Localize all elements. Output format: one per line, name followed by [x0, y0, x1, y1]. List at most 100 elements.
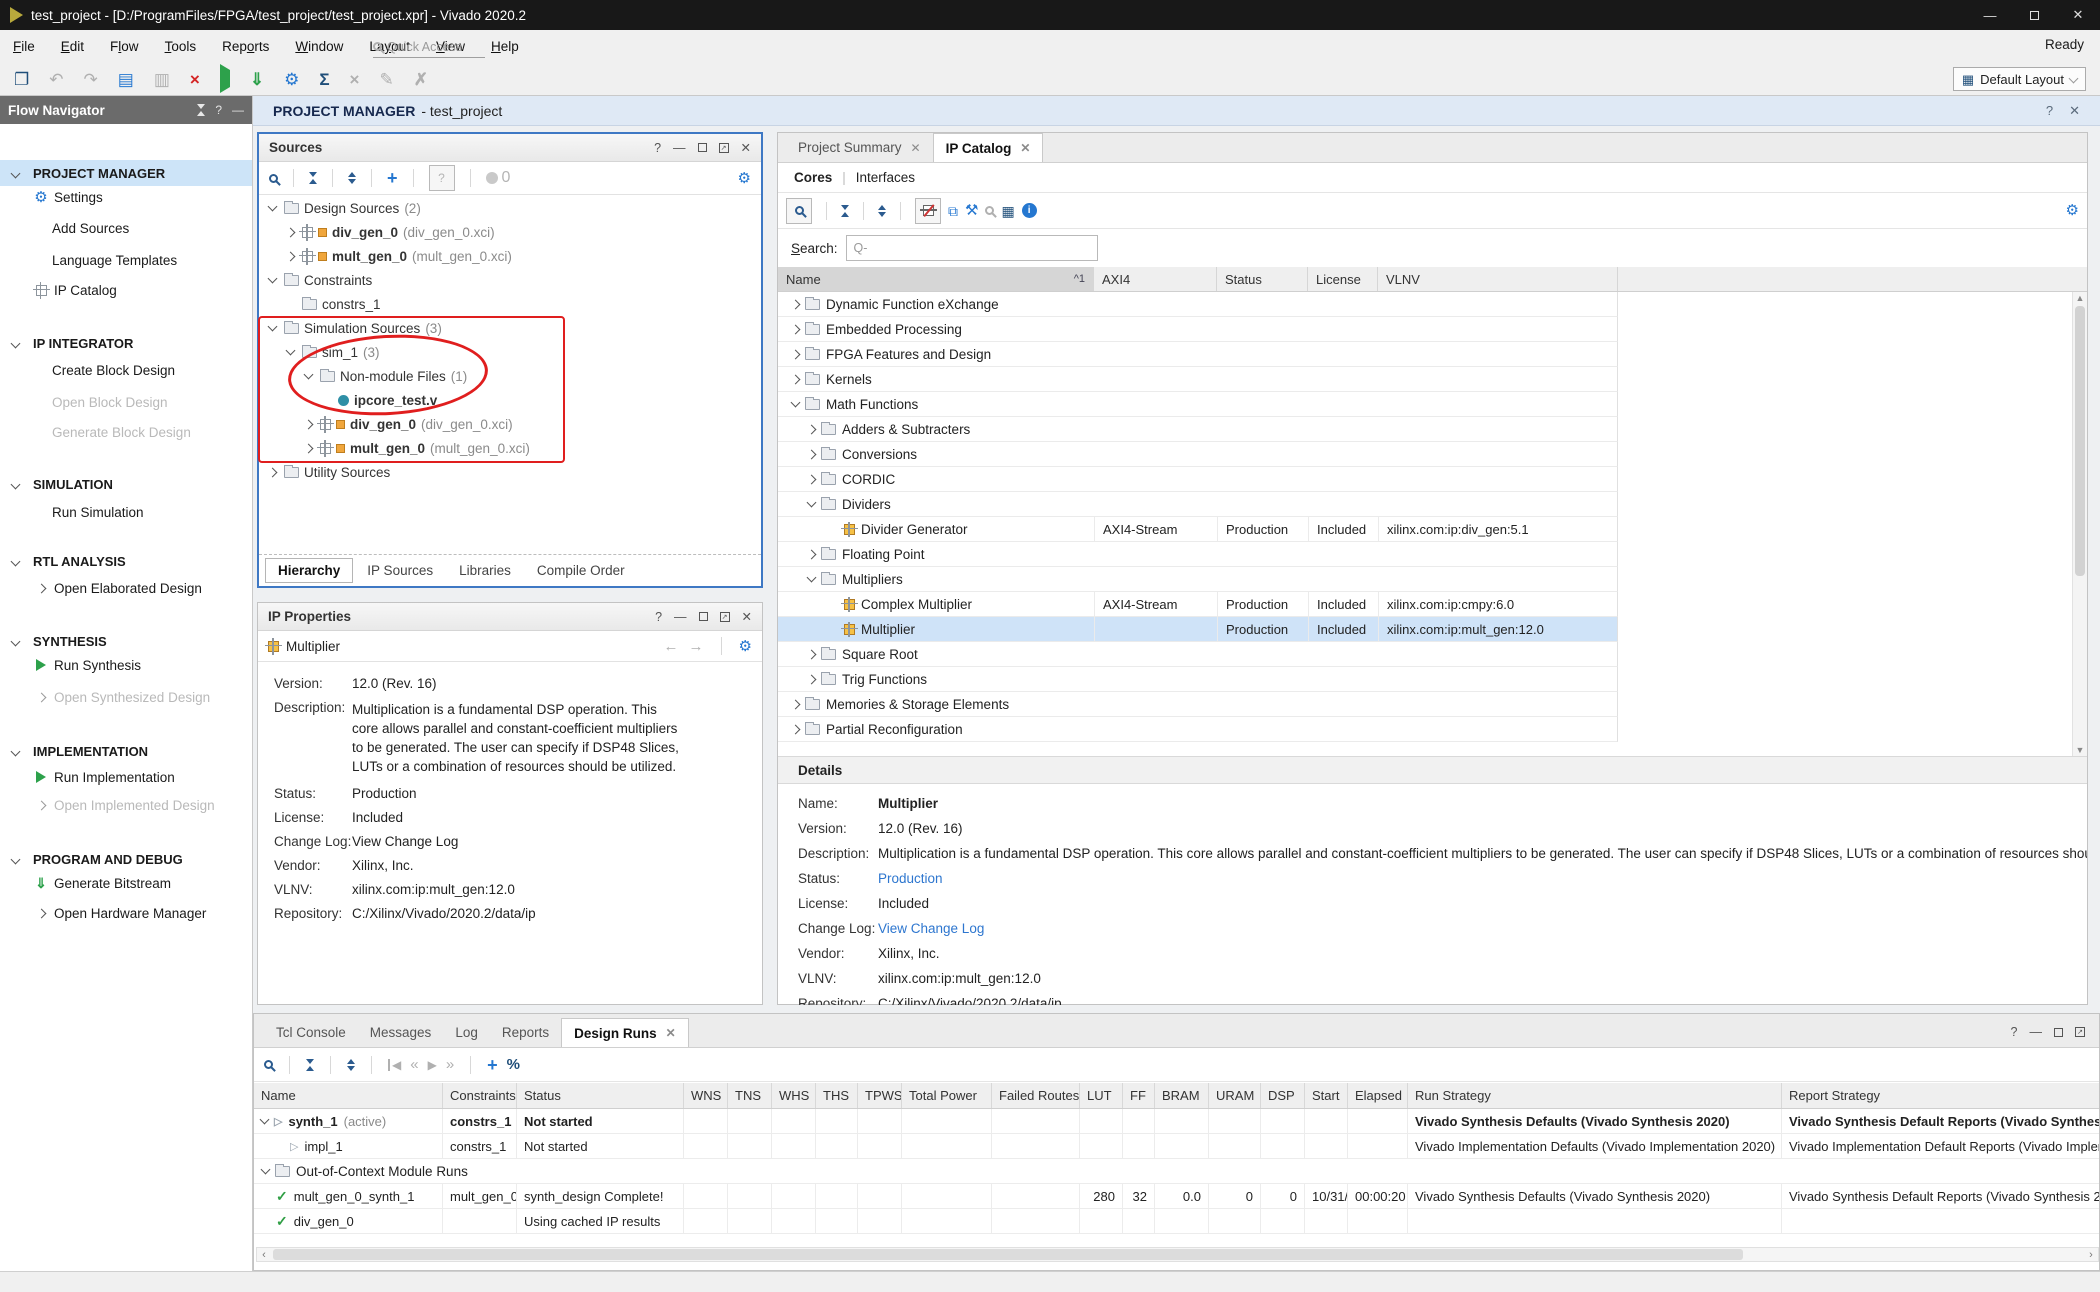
- chevron-down-icon[interactable]: [791, 398, 801, 408]
- menu-window[interactable]: Window: [282, 39, 356, 54]
- scrollbar-thumb[interactable]: [2075, 306, 2085, 576]
- chevron-right-icon[interactable]: [286, 251, 296, 261]
- close-icon[interactable]: ✕: [1020, 141, 1030, 155]
- close-icon[interactable]: ✕: [2069, 103, 2080, 119]
- column-status[interactable]: Status: [517, 1083, 684, 1108]
- nav-generate-bitstream[interactable]: ⇓Generate Bitstream: [0, 871, 252, 895]
- chevron-down-icon[interactable]: [268, 202, 278, 212]
- section-simulation[interactable]: SIMULATION: [0, 471, 252, 497]
- tab-log[interactable]: Log: [443, 1018, 490, 1047]
- chevron-right-icon[interactable]: [304, 443, 314, 453]
- chevron-right-icon[interactable]: [304, 419, 314, 429]
- open-folder-icon[interactable]: ❐: [14, 71, 29, 88]
- maximize-button[interactable]: [2012, 0, 2056, 30]
- undo-icon[interactable]: ↶: [49, 71, 63, 88]
- menu-flow[interactable]: Flow: [97, 39, 152, 54]
- catalog-row[interactable]: FPGA Features and Design: [778, 342, 1618, 367]
- copy-icon[interactable]: ▥: [154, 71, 170, 88]
- chevron-right-icon[interactable]: [268, 467, 278, 477]
- column-whs[interactable]: WHS: [772, 1083, 816, 1108]
- tab-tcl-console[interactable]: Tcl Console: [264, 1018, 358, 1047]
- chevron-right-icon[interactable]: [791, 724, 801, 734]
- minimize-icon[interactable]: —: [2030, 1025, 2043, 1039]
- catalog-row[interactable]: Multipliers: [778, 567, 1618, 592]
- customize-ip-wrench-icon[interactable]: ⚒: [965, 203, 978, 218]
- minimize-button[interactable]: —: [1968, 0, 2012, 30]
- float-icon[interactable]: ↗: [2075, 1027, 2085, 1037]
- column-constraints[interactable]: Constraints: [443, 1083, 517, 1108]
- column-tpws[interactable]: TPWS: [858, 1083, 902, 1108]
- chevron-right-icon[interactable]: [791, 349, 801, 359]
- run-row-synth-1[interactable]: ▷synth_1(active) constrs_1 Not started V…: [254, 1109, 2099, 1134]
- section-ip-integrator[interactable]: IP INTEGRATOR: [0, 330, 252, 356]
- chevron-down-icon[interactable]: [286, 346, 296, 356]
- collapse-all-icon[interactable]: [306, 1059, 314, 1071]
- catalog-row[interactable]: Kernels: [778, 367, 1618, 392]
- chevron-right-icon[interactable]: [807, 674, 817, 684]
- column-total-power[interactable]: Total Power: [902, 1083, 992, 1108]
- nav-run-simulation[interactable]: Run Simulation: [0, 500, 252, 524]
- chevron-down-icon[interactable]: [268, 322, 278, 332]
- nav-run-implementation[interactable]: Run Implementation: [0, 765, 252, 789]
- column-name[interactable]: Name: [254, 1083, 443, 1108]
- collapse-all-icon[interactable]: [841, 205, 849, 217]
- column-dsp[interactable]: DSP: [1261, 1083, 1305, 1108]
- section-project-manager[interactable]: PROJECT MANAGER: [0, 160, 252, 186]
- catalog-row-multiplier-selected[interactable]: MultiplierProductionIncludedxilinx.com:i…: [778, 617, 1618, 642]
- chevron-right-icon[interactable]: [807, 449, 817, 459]
- maximize-icon[interactable]: [699, 612, 708, 621]
- subtab-interfaces[interactable]: Interfaces: [856, 170, 915, 185]
- run-row-ooc-group[interactable]: Out-of-Context Module Runs: [254, 1159, 2099, 1184]
- tree-row-sim-mult-gen[interactable]: mult_gen_0(mult_gen_0.xci): [259, 436, 761, 460]
- nav-run-synthesis[interactable]: Run Synthesis: [0, 653, 252, 677]
- subtab-cores[interactable]: Cores: [794, 170, 832, 185]
- close-icon[interactable]: ✕: [741, 140, 751, 155]
- catalog-row[interactable]: Floating Point: [778, 542, 1618, 567]
- quick-access-search[interactable]: Quick Access: [373, 36, 485, 58]
- column-elapsed[interactable]: Elapsed: [1348, 1083, 1408, 1108]
- search-icon[interactable]: [264, 1060, 273, 1069]
- forward-arrow-icon[interactable]: →: [689, 639, 704, 654]
- vertical-scrollbar[interactable]: ▲ ▼: [2072, 292, 2087, 756]
- column-name[interactable]: Name^1: [778, 267, 1094, 291]
- nav-ip-catalog[interactable]: IP Catalog: [0, 278, 252, 302]
- run-row-mult-gen-synth[interactable]: ✓mult_gen_0_synth_1 mult_gen_0 synth_des…: [254, 1184, 2099, 1209]
- change-log-link[interactable]: View Change Log: [878, 921, 2087, 936]
- tab-ip-sources[interactable]: IP Sources: [355, 559, 445, 582]
- float-icon[interactable]: ↗: [720, 612, 730, 622]
- info-icon[interactable]: i: [1022, 203, 1037, 218]
- menu-file[interactable]: File: [0, 39, 48, 54]
- status-link[interactable]: Production: [352, 786, 682, 801]
- horizontal-scrollbar[interactable]: ‹ ›: [256, 1247, 2099, 1262]
- section-rtl-analysis[interactable]: RTL ANALYSIS: [0, 548, 252, 574]
- chevron-right-icon[interactable]: [791, 299, 801, 309]
- group-by-hierarchy-icon[interactable]: ⧉: [948, 204, 958, 218]
- nav-settings[interactable]: ⚙Settings: [0, 185, 252, 209]
- close-icon[interactable]: ✕: [666, 1026, 676, 1040]
- chevron-down-icon[interactable]: [268, 274, 278, 284]
- tree-row-mult-gen[interactable]: mult_gen_0(mult_gen_0.xci): [259, 244, 761, 268]
- tree-row-ipcore-test[interactable]: ipcore_test.v: [259, 388, 761, 412]
- column-uram[interactable]: URAM: [1209, 1083, 1261, 1108]
- run-row-impl-1[interactable]: ▷impl_1 constrs_1 Not started Vivado Imp…: [254, 1134, 2099, 1159]
- chevron-right-icon[interactable]: [807, 474, 817, 484]
- collapse-all-icon[interactable]: [197, 104, 205, 116]
- column-lut[interactable]: LUT: [1080, 1083, 1123, 1108]
- column-start[interactable]: Start: [1305, 1083, 1348, 1108]
- expand-all-icon[interactable]: [878, 205, 886, 217]
- column-run-strategy[interactable]: Run Strategy: [1408, 1083, 1782, 1108]
- catalog-row[interactable]: Math Functions: [778, 392, 1618, 417]
- menu-reports[interactable]: Reports: [209, 39, 282, 54]
- tree-row-sim-1[interactable]: sim_1(3): [259, 340, 761, 364]
- tree-row-non-module-files[interactable]: Non-module Files(1): [259, 364, 761, 388]
- close-icon[interactable]: ✕: [911, 141, 921, 155]
- chevron-right-icon[interactable]: [791, 324, 801, 334]
- catalog-row[interactable]: Embedded Processing: [778, 317, 1618, 342]
- scroll-left-icon[interactable]: ‹: [257, 1248, 271, 1261]
- chevron-right-icon[interactable]: [807, 649, 817, 659]
- expand-all-icon[interactable]: [347, 1059, 355, 1071]
- settings-gear-icon[interactable]: ⚙: [738, 171, 751, 186]
- tree-row-constrs-1[interactable]: constrs_1: [259, 292, 761, 316]
- float-icon[interactable]: ↗: [719, 143, 729, 153]
- expand-all-icon[interactable]: [348, 172, 356, 184]
